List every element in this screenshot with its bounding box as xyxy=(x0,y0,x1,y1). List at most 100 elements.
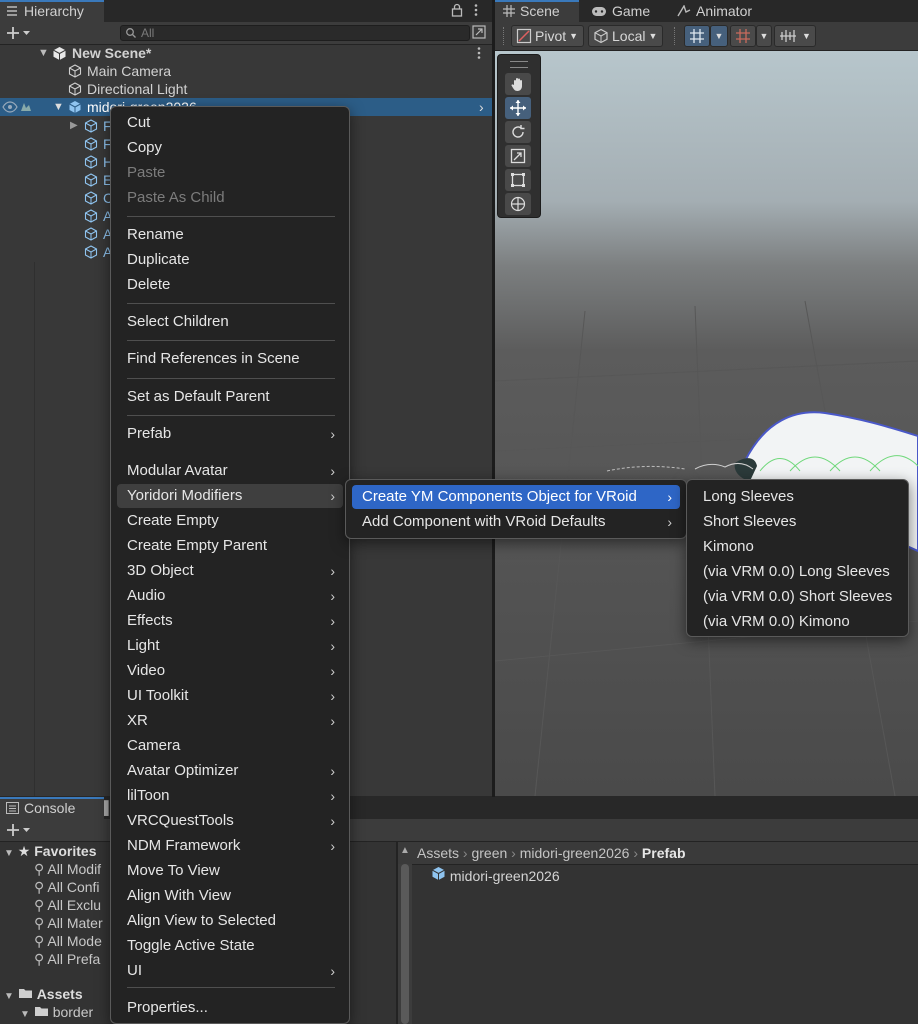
menu-item-align-view-to-selected[interactable]: Align View to Selected xyxy=(117,909,343,933)
menu-item-label: Create Empty Parent xyxy=(127,537,268,554)
pivot-dropdown[interactable]: Pivot ▼ xyxy=(511,25,584,47)
tab-animator[interactable]: Animator xyxy=(677,0,752,22)
menu-item-align-with-view[interactable]: Align With View xyxy=(117,884,343,908)
menu-item-long-sleeves[interactable]: Long Sleeves xyxy=(693,485,902,509)
rotate-tool-button[interactable] xyxy=(505,121,531,143)
scrollbar-thumb[interactable] xyxy=(401,864,409,1024)
menu-item-light[interactable]: Light › xyxy=(117,634,343,658)
tab-game[interactable]: Game xyxy=(591,0,650,22)
breadcrumb-item[interactable]: green xyxy=(471,845,507,861)
grid-snap-dropdown[interactable]: ▼ xyxy=(710,25,728,47)
overlay-grip[interactable] xyxy=(510,61,528,68)
menu-item-create-ym-components-object-for-vroid[interactable]: Create YM Components Object for VRoid › xyxy=(352,485,680,509)
pick-hand-icon[interactable] xyxy=(19,101,33,113)
menu-item-ndm-framework[interactable]: NDM Framework › xyxy=(117,834,343,858)
favorite-item[interactable]: ⚲ All Prefa xyxy=(34,950,100,968)
hierarchy-search-input[interactable]: All xyxy=(120,25,470,41)
menu-item-create-empty-parent[interactable]: Create Empty Parent xyxy=(117,534,343,558)
asset-item[interactable]: midori-green2026 xyxy=(431,866,560,885)
hierarchy-row-main-camera[interactable]: Main Camera xyxy=(0,62,492,80)
tab-scene[interactable]: Scene xyxy=(495,0,579,22)
menu-item-move-to-view[interactable]: Move To View xyxy=(117,859,343,883)
folder-item[interactable]: ▼ border xyxy=(20,1003,93,1024)
increment-snap-icon xyxy=(735,28,751,44)
kebab-icon[interactable] xyxy=(476,46,482,60)
folder-icon xyxy=(34,1005,49,1017)
menu-item-select-children[interactable]: Select Children xyxy=(117,310,343,334)
favorite-item[interactable]: ⚲ All Mater xyxy=(34,914,103,932)
project-scrollbar[interactable] xyxy=(398,864,412,1024)
plus-icon[interactable] xyxy=(6,26,30,40)
breadcrumb-item[interactable]: Prefab xyxy=(642,845,686,861)
scroll-up-icon[interactable]: ▲ xyxy=(400,845,410,856)
menu-item-via-vrm-0-0-kimono[interactable]: (via VRM 0.0) Kimono xyxy=(693,610,902,634)
menu-item-ui[interactable]: UI › xyxy=(117,959,343,983)
increment-snap-toggle[interactable] xyxy=(730,25,756,47)
menu-item-copy[interactable]: Copy xyxy=(117,136,343,160)
menu-item-liltoon[interactable]: lilToon › xyxy=(117,784,343,808)
collapse-arrow-icon[interactable]: ▼ xyxy=(53,98,64,116)
plus-icon[interactable] xyxy=(6,823,30,837)
favorite-item[interactable]: ⚲ All Confi xyxy=(34,878,100,896)
menu-item-vrcquesttools[interactable]: VRCQuestTools › xyxy=(117,809,343,833)
menu-item-toggle-active-state[interactable]: Toggle Active State xyxy=(117,934,343,958)
hierarchy-row-scene[interactable]: ▼ New Scene* xyxy=(0,44,492,62)
menu-item-duplicate[interactable]: Duplicate xyxy=(117,248,343,272)
menu-item-set-as-default-parent[interactable]: Set as Default Parent xyxy=(117,385,343,409)
menu-item-modular-avatar[interactable]: Modular Avatar › xyxy=(117,459,343,483)
hierarchy-row-directional-light[interactable]: Directional Light xyxy=(0,80,492,98)
chevron-right-icon[interactable]: › xyxy=(479,98,484,116)
menu-item-3d-object[interactable]: 3D Object › xyxy=(117,559,343,583)
scale-tool-button[interactable] xyxy=(505,145,531,167)
menu-item-via-vrm-0-0-short-sleeves[interactable]: (via VRM 0.0) Short Sleeves xyxy=(693,585,902,609)
menu-item-add-component-with-vroid-defaults[interactable]: Add Component with VRoid Defaults › xyxy=(352,510,680,534)
menu-item-properties[interactable]: Properties... xyxy=(117,996,343,1020)
menu-item-create-empty[interactable]: Create Empty xyxy=(117,509,343,533)
increment-snap-dropdown[interactable]: ▼ xyxy=(756,25,772,47)
rect-tool-button[interactable] xyxy=(505,169,531,191)
menu-item-short-sleeves[interactable]: Short Sleeves xyxy=(693,510,902,534)
menu-item-via-vrm-0-0-long-sleeves[interactable]: (via VRM 0.0) Long Sleeves xyxy=(693,560,902,584)
menu-item-label: Toggle Active State xyxy=(127,937,255,954)
menu-item-prefab[interactable]: Prefab › xyxy=(117,422,343,446)
menu-item-label: Kimono xyxy=(703,538,754,555)
menu-item-xr[interactable]: XR › xyxy=(117,709,343,733)
breadcrumb-item[interactable]: Assets xyxy=(417,845,459,861)
menu-item-delete[interactable]: Delete xyxy=(117,273,343,297)
menu-item-rename[interactable]: Rename xyxy=(117,223,343,247)
favorite-label: All Mode xyxy=(47,933,102,949)
asset-label: midori-green2026 xyxy=(449,868,560,884)
collapse-arrow-icon[interactable]: ▼ xyxy=(38,44,49,62)
kebab-icon[interactable] xyxy=(473,3,479,17)
expand-arrow-icon[interactable]: ▶ xyxy=(70,117,78,135)
menu-item-kimono[interactable]: Kimono xyxy=(693,535,902,559)
favorite-item[interactable]: ⚲ All Exclu xyxy=(34,896,101,914)
menu-item-find-references-in-scene[interactable]: Find References in Scene xyxy=(117,347,343,371)
grid-snap-toggle[interactable] xyxy=(684,25,710,47)
lock-icon[interactable] xyxy=(451,3,463,17)
local-dropdown[interactable]: Local ▼ xyxy=(588,25,663,47)
panel-divider[interactable] xyxy=(492,0,495,797)
menu-item-yoridori-modifiers[interactable]: Yoridori Modifiers › xyxy=(117,484,343,508)
tab-hierarchy[interactable]: Hierarchy xyxy=(0,0,104,22)
scene-view-icon[interactable] xyxy=(472,25,486,39)
transform-tool-button[interactable] xyxy=(505,193,531,215)
scene-viewport[interactable] xyxy=(495,51,918,796)
hand-tool-button[interactable] xyxy=(505,73,531,95)
menu-item-video[interactable]: Video › xyxy=(117,659,343,683)
menu-item-camera[interactable]: Camera xyxy=(117,734,343,758)
favorite-item[interactable]: ⚲ All Mode xyxy=(34,932,102,950)
menu-item-cut[interactable]: Cut xyxy=(117,111,343,135)
tab-console[interactable]: Console xyxy=(0,797,104,819)
move-tool-button[interactable] xyxy=(505,97,531,119)
breadcrumb-item[interactable]: midori-green2026 xyxy=(520,845,630,861)
ruler-dropdown[interactable]: ▼ xyxy=(774,25,816,47)
menu-separator xyxy=(127,987,335,988)
menu-item-audio[interactable]: Audio › xyxy=(117,584,343,608)
menu-item-ui-toolkit[interactable]: UI Toolkit › xyxy=(117,684,343,708)
menu-item-avatar-optimizer[interactable]: Avatar Optimizer › xyxy=(117,759,343,783)
eye-icon[interactable] xyxy=(2,101,18,113)
menu-item-effects[interactable]: Effects › xyxy=(117,609,343,633)
menu-item-label: Camera xyxy=(127,737,181,754)
favorite-item[interactable]: ⚲ All Modif xyxy=(34,860,101,878)
